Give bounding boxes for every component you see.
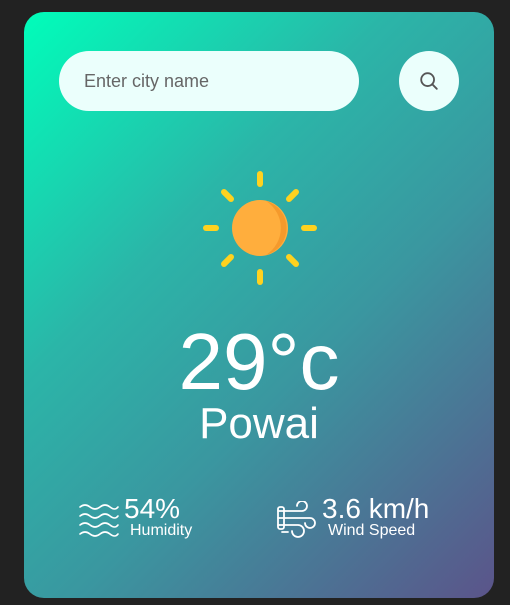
humidity-text: 54% Humidity bbox=[124, 495, 192, 539]
wind-text: 3.6 km/h Wind Speed bbox=[322, 495, 429, 539]
humidity-icon bbox=[79, 504, 119, 537]
city-name: Powai bbox=[199, 399, 319, 448]
wind-icon bbox=[277, 501, 316, 538]
temperature: 29°c bbox=[178, 317, 340, 406]
wind-detail: 3.6 km/h Wind Speed bbox=[276, 495, 429, 539]
search-input[interactable] bbox=[59, 51, 359, 111]
sun-icon bbox=[203, 171, 317, 285]
search-button[interactable] bbox=[399, 51, 459, 111]
humidity-label: Humidity bbox=[130, 522, 193, 539]
humidity-value: 54% bbox=[124, 493, 181, 524]
wind-label: Wind Speed bbox=[328, 522, 416, 539]
humidity-detail: 54% Humidity bbox=[78, 495, 192, 539]
wind-value: 3.6 km/h bbox=[322, 493, 430, 524]
weather-card: 29°c Powai 54% Humidity 3 bbox=[24, 12, 494, 598]
search-icon bbox=[420, 72, 438, 90]
